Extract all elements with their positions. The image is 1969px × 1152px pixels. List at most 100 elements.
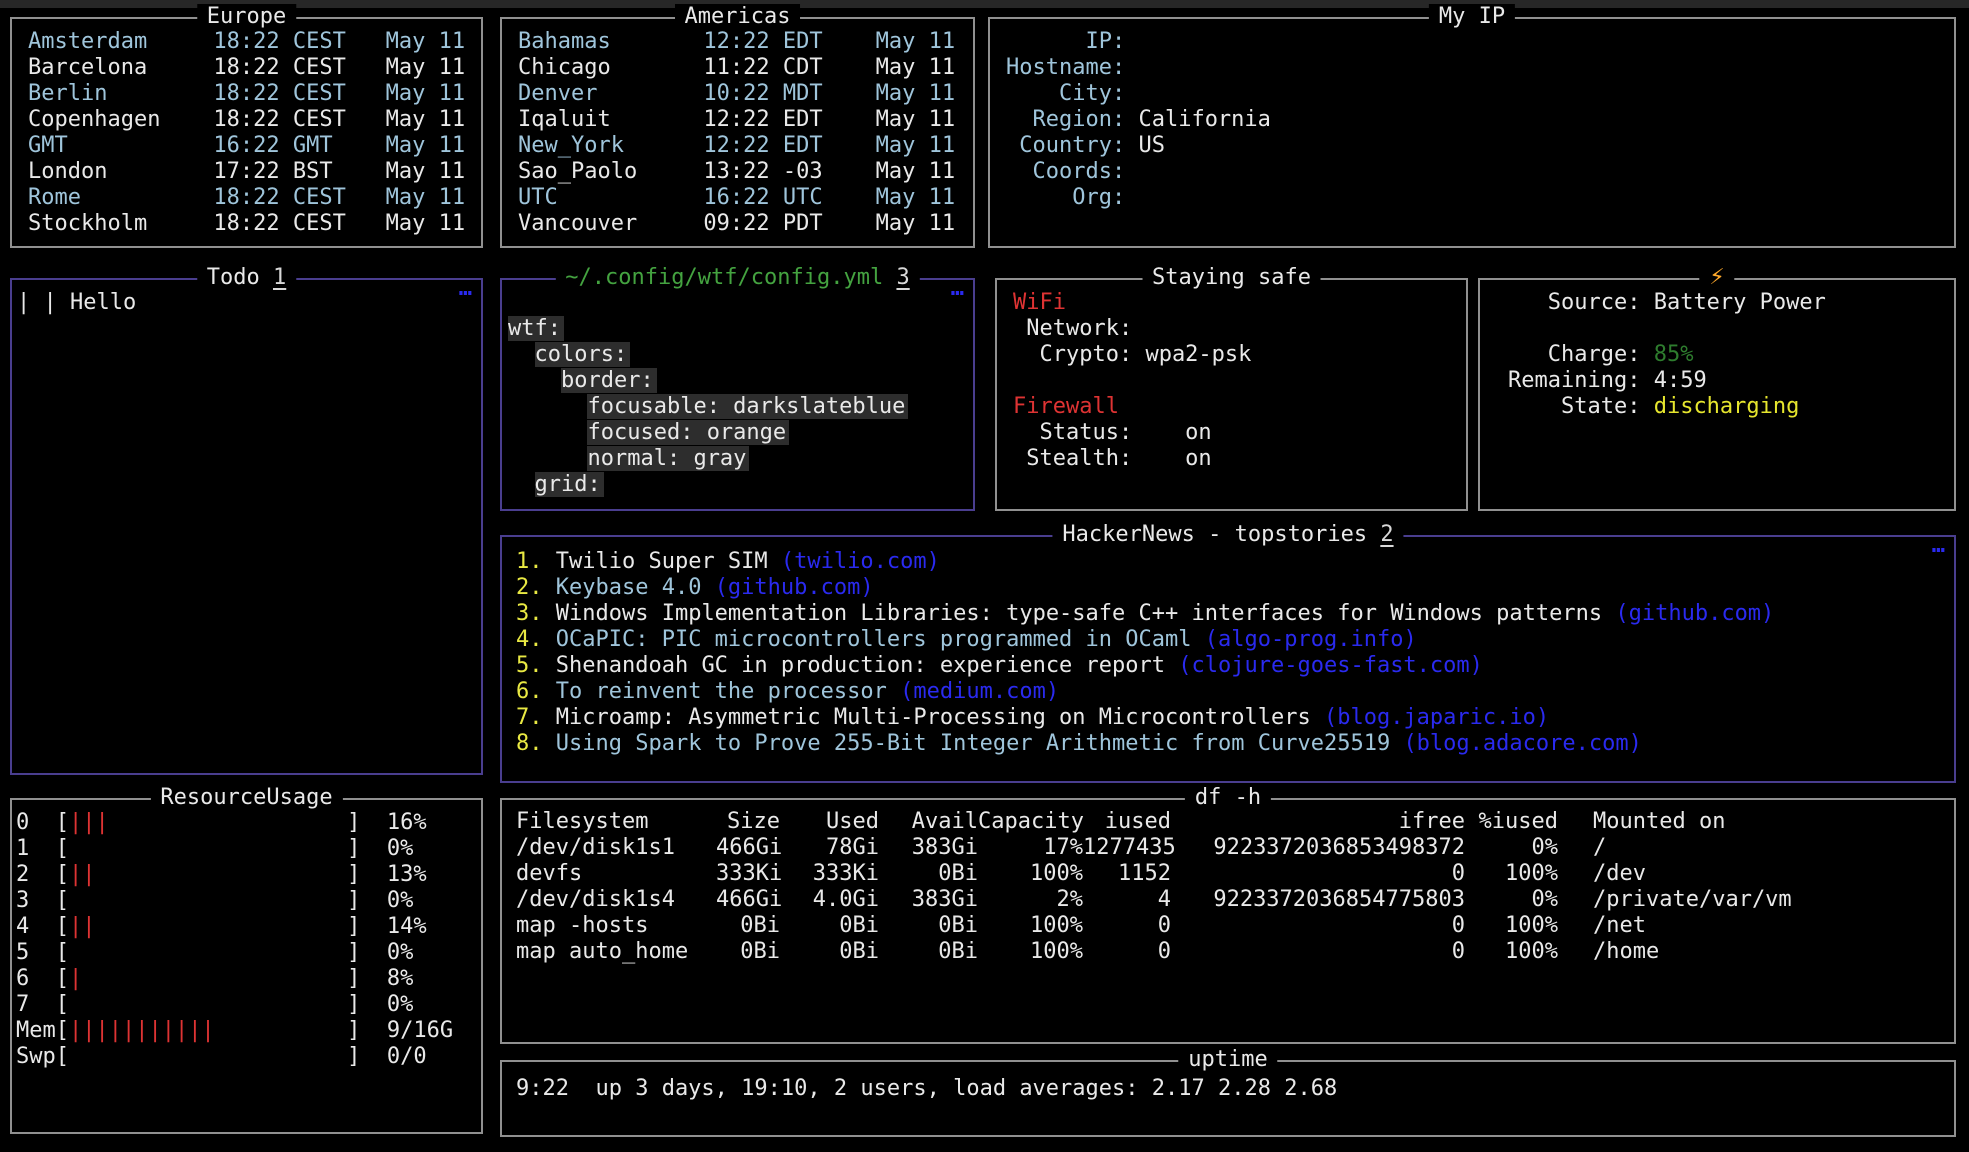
story-row[interactable]: 1. Twilio Super SIM (twilio.com) (516, 549, 1954, 575)
panel-clocks-americas[interactable]: Americas Bahamas 12:22 EDT May 11Chicago… (500, 17, 975, 248)
story-row[interactable]: 5. Shenandoah GC in production: experien… (516, 653, 1954, 679)
clock-row: Berlin 18:22 CEST May 11 (28, 81, 481, 107)
df-cell: 9223372036854775803 (1171, 887, 1465, 913)
df-cell: 100% (978, 939, 1083, 965)
clock-row: Vancouver 09:22 PDT May 11 (518, 211, 973, 237)
df-cell: 0% (1465, 835, 1558, 861)
panel-resource-usage[interactable]: ResourceUsage 0 [||| ] 16%1 [ ] 0%2 [|| … (10, 798, 483, 1134)
battery-value: discharging (1654, 394, 1800, 419)
ip-info-label: Country: (1006, 133, 1125, 158)
story-row[interactable]: 8. Using Spark to Prove 255-Bit Integer … (516, 731, 1954, 757)
meter-value: ] 0/0 (69, 1044, 427, 1069)
panel-disk-free[interactable]: df -h FilesystemSizeUsedAvailCapacityius… (500, 798, 1956, 1044)
ip-info-value (1125, 29, 1138, 54)
config-yaml-view: wtf: colors: border: focusable: darkslat… (502, 280, 973, 509)
panel-todo[interactable]: Todo 1 … | | Hello (10, 278, 483, 775)
panel-my-ip[interactable]: My IP IP: Hostname: City: Region: Califo… (988, 17, 1956, 248)
story-rank: 3. (516, 601, 543, 626)
clock-row: Chicago 11:22 CDT May 11 (518, 55, 973, 81)
clock-row: New_York 12:22 EDT May 11 (518, 133, 973, 159)
df-cell: 100% (978, 913, 1083, 939)
story-link[interactable]: (github.com) (1615, 601, 1774, 626)
df-cell: map -hosts (516, 913, 716, 939)
story-row[interactable]: 4. OCaPIC: PIC microcontrollers programm… (516, 627, 1954, 653)
panel-clocks-europe[interactable]: Europe Amsterdam 18:22 CEST May 11Barcel… (10, 17, 483, 248)
story-row[interactable]: 3. Windows Implementation Libraries: typ… (516, 601, 1954, 627)
story-rank: 6. (516, 679, 543, 704)
df-cell: 0 (1171, 939, 1465, 965)
todo-item[interactable]: | | Hello (17, 290, 481, 316)
panel-staying-safe[interactable]: Staying safe WiFi Network: Crypto: wpa2-… (995, 278, 1468, 511)
panel-battery[interactable]: ⚡ Source: Battery Power Charge: 85%Remai… (1478, 278, 1956, 511)
df-cell: 0Bi (879, 861, 978, 887)
config-indent (508, 368, 561, 393)
config-indent (508, 446, 587, 471)
panel-hackernews[interactable]: HackerNews - topstories 2 … 1. Twilio Su… (500, 535, 1956, 783)
panel-config-file[interactable]: ~/.config/wtf/config.yml 3 … wtf: colors… (500, 278, 975, 511)
df-cell: /dev/disk1s1 (516, 835, 716, 861)
ip-info-row: City: (1006, 81, 1954, 107)
story-link[interactable]: (clojure-goes-fast.com) (1178, 653, 1483, 678)
meter-bars: ||||||||||| (69, 1018, 215, 1043)
df-row: devfs333Ki333Ki0Bi100%11520100%/dev (516, 861, 1954, 887)
security-status-list: WiFi Network: Crypto: wpa2-pskFirewall S… (997, 280, 1466, 509)
df-cell: 100% (1465, 939, 1558, 965)
meter-value: ] 0% (69, 888, 413, 913)
df-cell-mounted: /net (1558, 913, 1954, 939)
story-rank: 7. (516, 705, 543, 730)
story-title: Shenandoah GC in production: experience … (543, 653, 1179, 678)
clock-list-americas: Bahamas 12:22 EDT May 11Chicago 11:22 CD… (502, 19, 973, 246)
story-link[interactable]: (github.com) (715, 575, 874, 600)
clock-row: London 17:22 BST May 11 (28, 159, 481, 185)
df-cell: 383Gi (879, 835, 978, 861)
story-link[interactable]: (twilio.com) (781, 549, 940, 574)
security-line: WiFi (1013, 290, 1466, 316)
story-title: Twilio Super SIM (543, 549, 781, 574)
battery-label: Source: (1508, 290, 1654, 315)
panel-uptime[interactable]: uptime 9:22 up 3 days, 19:10, 2 users, l… (500, 1060, 1956, 1137)
meter-label: 3 [ (16, 888, 69, 913)
battery-value: 4:59 (1654, 368, 1707, 393)
clock-row: Sao_Paolo 13:22 -03 May 11 (518, 159, 973, 185)
battery-row: Charge: 85% (1508, 342, 1954, 368)
config-indent (508, 394, 587, 419)
security-line: Status: on (1013, 420, 1466, 446)
ip-info-label: Org: (1006, 185, 1125, 210)
security-line: Firewall (1013, 394, 1466, 420)
story-link[interactable]: (blog.adacore.com) (1403, 731, 1641, 756)
meter-value: ] 13% (95, 862, 426, 887)
clock-row: Stockholm 18:22 CEST May 11 (28, 211, 481, 237)
story-title: Keybase 4.0 (543, 575, 715, 600)
df-cell: 0Bi (780, 939, 879, 965)
ip-info-value: California (1125, 107, 1271, 132)
ip-info-row: Org: (1006, 185, 1954, 211)
df-cell: Avail (879, 809, 978, 835)
df-cell: 78Gi (780, 835, 879, 861)
df-cell: map auto_home (516, 939, 716, 965)
df-cell: Size (716, 809, 780, 835)
todo-list: | | Hello (12, 280, 481, 773)
config-indent (508, 472, 535, 497)
df-cell: 333Ki (716, 861, 780, 887)
story-rank: 5. (516, 653, 543, 678)
story-link[interactable]: (medium.com) (900, 679, 1059, 704)
clock-row: GMT 16:22 GMT May 11 (28, 133, 481, 159)
story-link[interactable]: (blog.japaric.io) (1324, 705, 1549, 730)
battery-label: Remaining: (1508, 368, 1654, 393)
meter-bars: || (69, 914, 96, 939)
wtf-terminal-dashboard: Europe Amsterdam 18:22 CEST May 11Barcel… (0, 0, 1969, 1152)
story-title: Using Spark to Prove 255-Bit Integer Ari… (543, 731, 1404, 756)
battery-row: Source: Battery Power (1508, 290, 1954, 316)
story-row[interactable]: 7. Microamp: Asymmetric Multi-Processing… (516, 705, 1954, 731)
config-text: focused: orange (587, 420, 789, 445)
meter-label: 2 [ (16, 862, 69, 887)
df-cell: 0Bi (716, 913, 780, 939)
security-line: Crypto: wpa2-psk (1013, 342, 1466, 368)
story-link[interactable]: (algo-prog.info) (1205, 627, 1417, 652)
ip-info-label: City: (1006, 81, 1125, 106)
meter-value: ] 16% (109, 810, 427, 835)
story-row[interactable]: 2. Keybase 4.0 (github.com) (516, 575, 1954, 601)
story-row[interactable]: 6. To reinvent the processor (medium.com… (516, 679, 1954, 705)
df-cell: ifree (1171, 809, 1465, 835)
df-cell: 0Bi (780, 913, 879, 939)
